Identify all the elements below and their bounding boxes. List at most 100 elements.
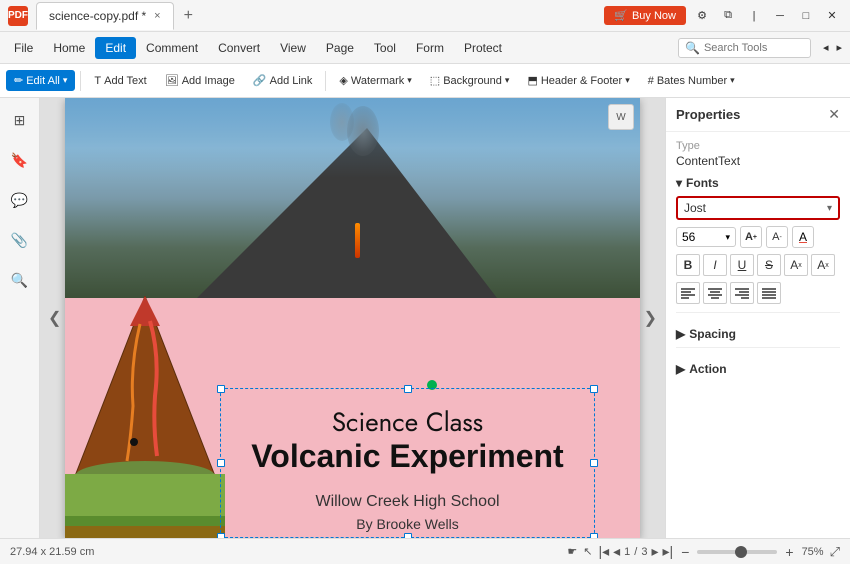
toolbar: ✏ Edit All ▾ T Add Text 🖼 Add Image 🔗 Ad… bbox=[0, 64, 850, 98]
font-size-up-button[interactable]: A+ bbox=[740, 226, 762, 248]
menu-form[interactable]: Form bbox=[406, 37, 454, 59]
align-left-button[interactable] bbox=[676, 282, 700, 304]
align-right-button[interactable] bbox=[730, 282, 754, 304]
selection-handle-br[interactable] bbox=[590, 533, 598, 538]
menu-arrow-left[interactable]: ◂ bbox=[819, 39, 833, 56]
minimize-button[interactable]: ─ bbox=[770, 6, 790, 26]
selection-handle-mr[interactable] bbox=[590, 459, 598, 467]
page-dimensions: 27.94 x 21.59 cm bbox=[10, 546, 94, 558]
sidebar-icon-attachment[interactable]: 📎 bbox=[6, 226, 34, 254]
page-current: 1 bbox=[624, 546, 630, 558]
selection-handle-bl[interactable] bbox=[217, 533, 225, 538]
add-text-icon: T bbox=[94, 75, 101, 87]
search-tools-box[interactable]: 🔍 bbox=[678, 38, 811, 58]
black-dot bbox=[130, 438, 138, 446]
last-page-button[interactable]: ▸| bbox=[663, 543, 674, 560]
sidebar-icon-bookmark[interactable]: 🔖 bbox=[6, 146, 34, 174]
add-image-button[interactable]: 🖼 Add Image bbox=[157, 70, 243, 91]
panel-body: Type ContentText ▾ Fonts Jost ▾ 56 ▾ A+ bbox=[666, 132, 850, 538]
font-size-down-button[interactable]: A- bbox=[766, 226, 788, 248]
menu-page[interactable]: Page bbox=[316, 37, 364, 59]
selection-handle-bm[interactable] bbox=[404, 533, 412, 538]
window-close-button[interactable]: ✕ bbox=[822, 6, 842, 26]
zoom-out-button[interactable]: − bbox=[679, 544, 691, 560]
menu-tool[interactable]: Tool bbox=[364, 37, 406, 59]
new-tab-btn[interactable]: + bbox=[176, 7, 201, 25]
app-logo: PDF bbox=[8, 6, 28, 26]
align-center-button[interactable] bbox=[703, 282, 727, 304]
volcanic-experiment-text[interactable]: Volcanic Experiment bbox=[225, 438, 590, 475]
add-text-button[interactable]: T Add Text bbox=[86, 71, 154, 91]
italic-button[interactable]: I bbox=[703, 254, 727, 276]
school-name-text[interactable]: Willow Creek High School bbox=[225, 493, 590, 511]
page-total: 3 bbox=[641, 546, 647, 558]
menu-file[interactable]: File bbox=[4, 37, 43, 59]
menu-arrow-right[interactable]: ▸ bbox=[832, 39, 846, 56]
panel-close-button[interactable]: ✕ bbox=[828, 106, 840, 123]
menu-home[interactable]: Home bbox=[43, 37, 95, 59]
bold-button[interactable]: B bbox=[676, 254, 700, 276]
page-navigation: |◂ ◂ 1 / 3 ▸ ▸| bbox=[598, 543, 673, 560]
selection-handle-tr[interactable] bbox=[590, 385, 598, 393]
subscript-button[interactable]: Ax bbox=[811, 254, 835, 276]
header-footer-button[interactable]: ⬒ Header & Footer ▾ bbox=[519, 70, 637, 91]
superscript-button[interactable]: Ax bbox=[784, 254, 808, 276]
spacing-arrow-icon: ▶ bbox=[676, 327, 685, 341]
fonts-section-header[interactable]: ▾ Fonts bbox=[676, 176, 840, 190]
menu-convert[interactable]: Convert bbox=[208, 37, 270, 59]
font-dropdown-arrow-icon: ▾ bbox=[827, 203, 832, 214]
selection-handle-tm[interactable] bbox=[404, 385, 412, 393]
font-size-dropdown[interactable]: 56 ▾ bbox=[676, 227, 736, 247]
strikethrough-button[interactable]: S bbox=[757, 254, 781, 276]
active-tab[interactable]: science-copy.pdf * × bbox=[36, 2, 174, 30]
next-page-button[interactable]: ▸ bbox=[651, 543, 658, 560]
selection-handle-ml[interactable] bbox=[217, 459, 225, 467]
menu-view[interactable]: View bbox=[270, 37, 316, 59]
bates-number-button[interactable]: # Bates Number ▾ bbox=[640, 71, 743, 91]
font-size-row: 56 ▾ A+ A- A bbox=[676, 226, 840, 248]
edit-all-button[interactable]: ✏ Edit All ▾ bbox=[6, 70, 75, 91]
fit-page-button[interactable]: ⤢ bbox=[830, 544, 840, 560]
watermark-button[interactable]: ◈ Watermark ▾ bbox=[331, 70, 419, 91]
spacing-section-header[interactable]: ▶ Spacing bbox=[676, 327, 840, 341]
zoom-slider[interactable] bbox=[697, 550, 777, 554]
first-page-button[interactable]: |◂ bbox=[598, 543, 609, 560]
zoom-level: 75% bbox=[802, 546, 824, 558]
type-label: Type bbox=[676, 140, 840, 152]
add-link-icon: 🔗 bbox=[253, 74, 267, 87]
search-tools-input[interactable] bbox=[704, 42, 804, 54]
left-sidebar: ⊞ 🔖 💬 📎 🔍 bbox=[0, 98, 40, 538]
sidebar-icon-pages[interactable]: ⊞ bbox=[6, 106, 34, 134]
cart-icon: 🛒 bbox=[614, 9, 628, 22]
wps-icon[interactable]: W bbox=[608, 104, 634, 130]
page-nav-left[interactable]: ❮ bbox=[48, 308, 61, 328]
menu-comment[interactable]: Comment bbox=[136, 37, 208, 59]
action-section-header[interactable]: ▶ Action bbox=[676, 362, 840, 376]
tab-close-btn[interactable]: × bbox=[154, 10, 160, 22]
zoom-in-button[interactable]: + bbox=[783, 544, 795, 560]
sidebar-icon-search[interactable]: 🔍 bbox=[6, 266, 34, 294]
font-color-button[interactable]: A bbox=[792, 226, 814, 248]
properties-panel: Properties ✕ Type ContentText ▾ Fonts Jo… bbox=[665, 98, 850, 538]
zoom-thumb[interactable] bbox=[735, 546, 747, 558]
prev-page-button[interactable]: ◂ bbox=[613, 543, 620, 560]
align-justify-button[interactable] bbox=[757, 282, 781, 304]
sidebar-icon-comment[interactable]: 💬 bbox=[6, 186, 34, 214]
font-color-icon: A bbox=[799, 230, 807, 244]
menu-edit[interactable]: Edit bbox=[95, 37, 136, 59]
maximize-button[interactable]: □ bbox=[796, 6, 816, 26]
background-button[interactable]: ⬚ Background ▾ bbox=[422, 70, 518, 91]
author-text[interactable]: By Brooke Wells bbox=[225, 516, 590, 532]
buy-now-button[interactable]: 🛒 Buy Now bbox=[604, 6, 686, 25]
selection-handle-tl[interactable] bbox=[217, 385, 225, 393]
title-bar-right: 🛒 Buy Now ⚙ ⧉ | ─ □ ✕ bbox=[604, 6, 842, 26]
action-section: ▶ Action bbox=[676, 347, 840, 376]
page-nav-right[interactable]: ❯ bbox=[644, 308, 657, 328]
science-class-text[interactable]: Science Class bbox=[225, 403, 590, 441]
toolbar-separator-2 bbox=[325, 71, 326, 91]
edit-all-dropdown-arrow: ▾ bbox=[63, 75, 68, 86]
menu-protect[interactable]: Protect bbox=[454, 37, 512, 59]
underline-button[interactable]: U bbox=[730, 254, 754, 276]
font-dropdown[interactable]: Jost ▾ bbox=[676, 196, 840, 220]
add-link-button[interactable]: 🔗 Add Link bbox=[245, 70, 321, 91]
